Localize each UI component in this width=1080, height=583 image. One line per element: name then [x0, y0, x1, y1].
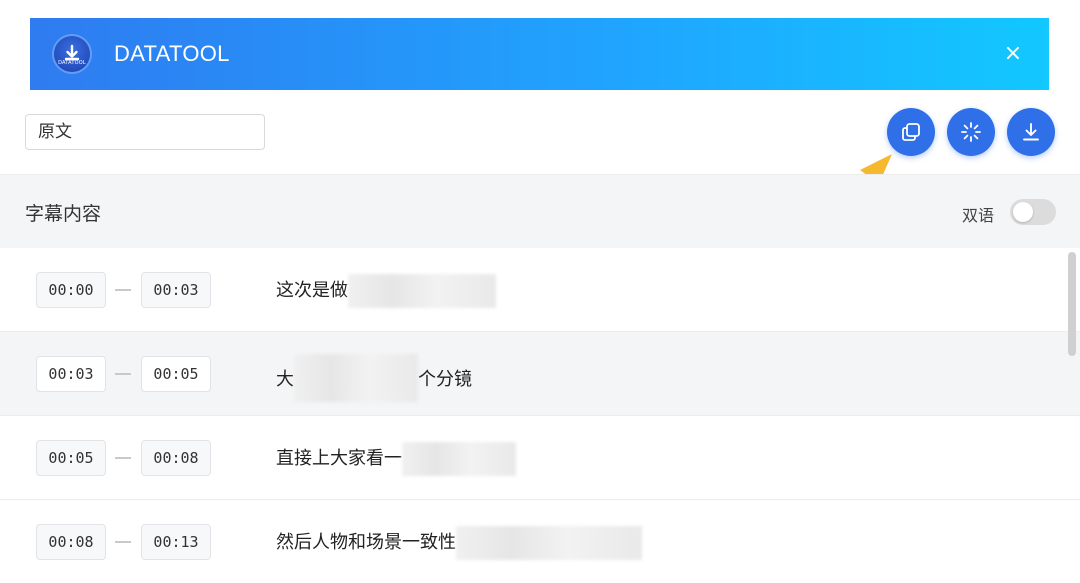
time-separator: [115, 289, 131, 291]
subtitle-text-visible: 然后人物和场景一致性: [276, 532, 456, 553]
bilingual-label: 双语: [962, 206, 995, 225]
app-title: DATATOOL: [114, 41, 230, 66]
subtitle-text[interactable]: 大 个分镜: [276, 354, 472, 402]
time-separator: [115, 457, 131, 459]
download-icon: [1023, 123, 1039, 141]
bilingual-toggle[interactable]: [1010, 199, 1056, 225]
logo-text: DATATOOL: [58, 60, 86, 66]
time-separator: [115, 541, 131, 543]
subtitle-text-visible: 大: [276, 369, 294, 390]
subtitle-text[interactable]: 然后人物和场景一致性: [276, 526, 642, 560]
subtitle-text-visible: 直接上大家看一: [276, 448, 402, 469]
time-separator: [115, 373, 131, 375]
app-logo: DATATOOL: [54, 36, 90, 72]
close-icon: ×: [1003, 41, 1023, 66]
magic-button[interactable]: [947, 108, 995, 156]
language-select-value: 原文: [38, 122, 72, 142]
scrollbar[interactable]: [1068, 252, 1076, 356]
section-title: 字幕内容: [25, 203, 102, 225]
subtitle-section-header: 字幕内容 双语: [0, 174, 1080, 248]
start-time-field[interactable]: 00:08: [36, 524, 106, 560]
download-button[interactable]: [1007, 108, 1055, 156]
redacted-region: [294, 354, 418, 402]
subtitle-row: 00:00 00:03 这次是做: [0, 248, 1080, 332]
subtitle-row: 00:05 00:08 直接上大家看一: [0, 416, 1080, 500]
redacted-region: [456, 526, 642, 560]
end-time-field[interactable]: 00:03: [141, 272, 211, 308]
end-time-field[interactable]: 00:05: [141, 356, 211, 392]
subtitle-text[interactable]: 直接上大家看一: [276, 442, 516, 476]
subtitle-text[interactable]: 这次是做: [276, 274, 496, 308]
close-button[interactable]: ×: [1001, 42, 1025, 66]
subtitle-text-tail: 个分镜: [418, 369, 472, 390]
start-time-field[interactable]: 00:05: [36, 440, 106, 476]
end-time-field[interactable]: 00:13: [141, 524, 211, 560]
subtitle-list: 00:00 00:03 这次是做 00:03 00:05 大 个分镜 00:05 …: [0, 248, 1080, 583]
toggle-knob: [1013, 202, 1033, 222]
subtitle-row: 00:08 00:13 然后人物和场景一致性: [0, 500, 1080, 583]
redacted-region: [402, 442, 516, 476]
start-time-field[interactable]: 00:00: [36, 272, 106, 308]
subtitle-row: 00:03 00:05 大 个分镜: [0, 332, 1080, 416]
end-time-field[interactable]: 00:08: [141, 440, 211, 476]
start-time-field[interactable]: 00:03: [36, 356, 106, 392]
copy-icon: [902, 123, 920, 141]
subtitle-text-visible: 这次是做: [276, 280, 348, 301]
title-bar: DATATOOL DATATOOL ×: [30, 18, 1049, 90]
language-select[interactable]: 原文: [25, 114, 265, 150]
redacted-region: [348, 274, 496, 308]
magic-wand-icon: [961, 122, 981, 142]
